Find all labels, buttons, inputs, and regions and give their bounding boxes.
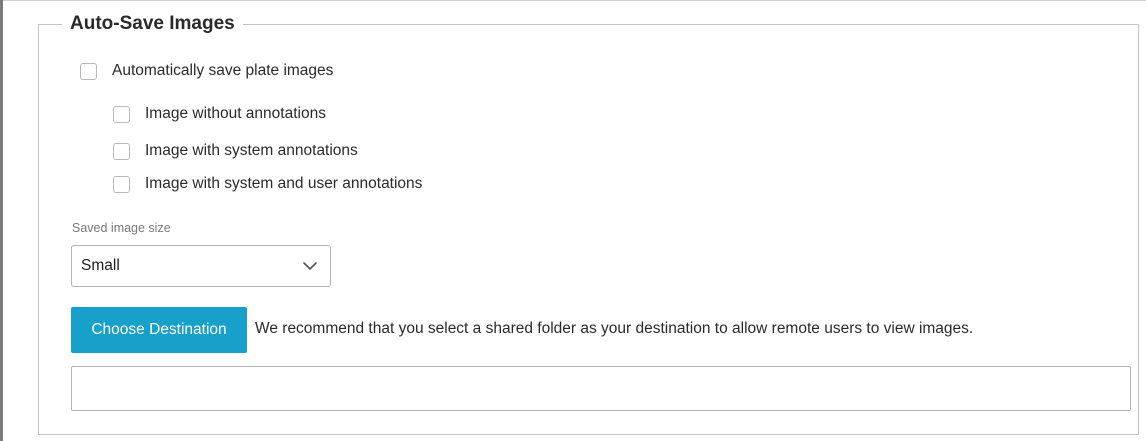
saved-image-size-value: Small	[81, 257, 120, 274]
auto-save-option[interactable]: Automatically save plate images	[80, 59, 333, 83]
section-title: Auto-Save Images	[62, 10, 243, 38]
image-system-user-annotations-label: Image with system and user annotations	[145, 175, 423, 192]
choose-destination-button[interactable]: Choose Destination	[71, 307, 247, 353]
image-option-without-annotations[interactable]: Image without annotations	[113, 102, 326, 126]
image-option-system-user-annotations[interactable]: Image with system and user annotations	[113, 172, 422, 196]
destination-path-input[interactable]	[71, 366, 1131, 411]
saved-image-size-select[interactable]: Small	[71, 245, 331, 287]
saved-image-size-label: Saved image size	[72, 221, 171, 235]
chevron-down-icon	[303, 262, 317, 270]
destination-hint: We recommend that you select a shared fo…	[255, 320, 974, 337]
image-without-annotations-label: Image without annotations	[145, 105, 326, 122]
image-system-user-annotations-checkbox[interactable]	[113, 175, 130, 193]
left-divider	[0, 0, 3, 441]
image-without-annotations-checkbox[interactable]	[113, 105, 130, 123]
auto-save-images-panel: Auto-Save Images Automatically save plat…	[0, 0, 1146, 441]
top-divider	[0, 0, 1146, 1]
image-system-annotations-label: Image with system annotations	[145, 142, 358, 159]
image-system-annotations-checkbox[interactable]	[113, 142, 130, 160]
auto-save-checkbox[interactable]	[80, 62, 97, 80]
auto-save-label: Automatically save plate images	[112, 62, 334, 79]
image-option-system-annotations[interactable]: Image with system annotations	[113, 139, 358, 163]
